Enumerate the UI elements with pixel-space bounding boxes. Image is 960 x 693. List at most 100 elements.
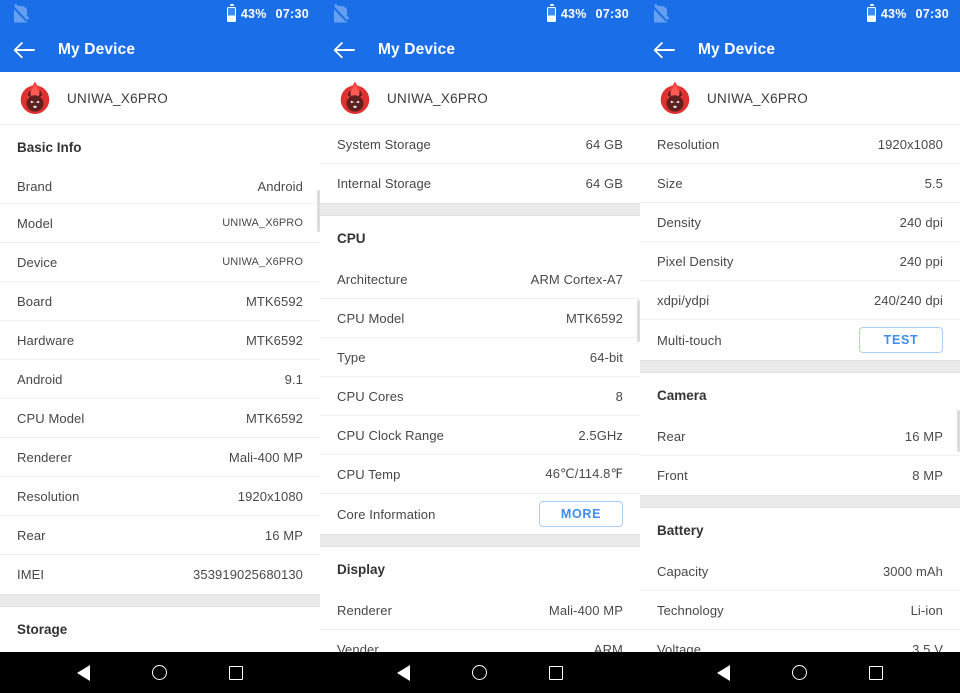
table-row[interactable]: Pixel Density 240 ppi xyxy=(640,242,960,281)
app-bar: My Device xyxy=(0,28,320,72)
table-row[interactable]: Renderer Mali-400 MP xyxy=(320,591,640,630)
row-value: MTK6592 xyxy=(245,293,303,309)
app-bar: My Device xyxy=(320,28,640,72)
table-row[interactable]: Resolution 1920x1080 xyxy=(640,125,960,164)
square-recents-icon[interactable] xyxy=(869,665,883,680)
page-title: My Device xyxy=(378,41,456,58)
row-value: 8 xyxy=(615,388,623,404)
table-row[interactable]: Technology Li-ion xyxy=(640,591,960,630)
row-value: 1920x1080 xyxy=(877,136,943,152)
table-row[interactable]: CPU Temp 46℃/114.8℉ xyxy=(320,455,640,494)
square-recents-icon[interactable] xyxy=(549,665,563,680)
row-value: 64 GB xyxy=(585,136,623,152)
section-divider xyxy=(320,203,640,216)
table-row[interactable]: Capacity 3000 mAh xyxy=(640,552,960,591)
battery-icon xyxy=(866,4,876,22)
test-button[interactable]: TEST xyxy=(859,327,943,353)
row-label: CPU Cores xyxy=(337,388,404,404)
row-value: UNIWA_X6PRO xyxy=(222,217,303,229)
row-label: Resolution xyxy=(657,136,720,152)
table-row[interactable]: CPU Model MTK6592 xyxy=(0,399,320,438)
section-heading-storage: Storage xyxy=(0,607,320,651)
table-row[interactable]: Device UNIWA_X6PRO xyxy=(0,243,320,282)
table-row[interactable]: Rear 16 MP xyxy=(0,516,320,555)
row-label: Internal Storage xyxy=(337,176,432,191)
table-row[interactable]: Internal Storage 64 GB xyxy=(320,164,640,203)
section-heading-basic-info: Basic Info xyxy=(0,125,320,169)
table-row[interactable]: Renderer Mali-400 MP xyxy=(0,438,320,477)
table-row[interactable]: Model UNIWA_X6PRO xyxy=(0,204,320,243)
table-row[interactable]: Board MTK6592 xyxy=(0,282,320,321)
nav-group-3 xyxy=(640,652,960,693)
panel-3: 43% 07:30 My Device UNIWA_X6PRO Resoluti… xyxy=(640,0,960,693)
sim-card-off-icon xyxy=(12,5,28,23)
device-header: UNIWA_X6PRO xyxy=(320,72,640,125)
circle-home-icon[interactable] xyxy=(472,665,487,680)
row-value: UNIWA_X6PRO xyxy=(222,256,303,268)
table-row[interactable]: Android 9.1 xyxy=(0,360,320,399)
row-value: MTK6592 xyxy=(245,410,303,426)
page-title: My Device xyxy=(58,41,136,58)
section-divider xyxy=(320,534,640,547)
device-name: UNIWA_X6PRO xyxy=(707,90,809,106)
row-label: CPU Model xyxy=(17,410,85,426)
table-row-multi-touch[interactable]: Multi-touch TEST xyxy=(640,320,960,360)
row-label: Model xyxy=(17,215,53,231)
triple-screenshot-strip: 43% 07:30 My Device UNIWA_X6PRO Basic In… xyxy=(0,0,960,693)
table-row-core-information[interactable]: Core Information MORE xyxy=(320,494,640,534)
row-value: 46℃/114.8℉ xyxy=(545,466,623,481)
panel-1: 43% 07:30 My Device UNIWA_X6PRO Basic In… xyxy=(0,0,320,693)
status-clock: 07:30 xyxy=(595,7,629,21)
table-row[interactable]: System Storage 64 GB xyxy=(320,125,640,164)
table-row[interactable]: Rear 16 MP xyxy=(640,417,960,456)
table-row[interactable]: CPU Clock Range 2.5GHz xyxy=(320,416,640,455)
row-label: Board xyxy=(17,293,53,309)
status-bar: 43% 07:30 xyxy=(320,0,640,28)
panel-1-content: Basic Info Brand Android Model UNIWA_X6P… xyxy=(0,125,320,690)
table-row[interactable]: IMEI 353919025680130 xyxy=(0,555,320,594)
arrow-left-icon[interactable] xyxy=(334,39,356,61)
row-label: xdpi/ydpi xyxy=(657,292,710,308)
row-label: Pixel Density xyxy=(657,253,734,269)
antutu-logo-icon xyxy=(658,81,692,115)
section-heading-battery: Battery xyxy=(640,508,960,552)
android-nav-bar xyxy=(0,652,960,693)
row-label: Core Information xyxy=(337,506,436,522)
nav-group-1 xyxy=(0,652,320,693)
triangle-back-icon[interactable] xyxy=(717,664,730,681)
arrow-left-icon[interactable] xyxy=(654,39,676,61)
row-label: Front xyxy=(657,468,688,483)
battery-percent: 43% xyxy=(880,7,907,21)
antutu-logo-icon xyxy=(338,81,372,115)
sim-card-off-icon xyxy=(332,5,348,23)
sim-card-off-icon xyxy=(652,5,668,23)
row-label: Capacity xyxy=(657,563,709,579)
table-row[interactable]: Front 8 MP xyxy=(640,456,960,495)
status-clock: 07:30 xyxy=(915,7,949,21)
table-row[interactable]: CPU Model MTK6592 xyxy=(320,299,640,338)
table-row[interactable]: Hardware MTK6592 xyxy=(0,321,320,360)
battery-icon xyxy=(226,4,236,22)
triangle-back-icon[interactable] xyxy=(397,664,410,681)
table-row[interactable]: Density 240 dpi xyxy=(640,203,960,242)
circle-home-icon[interactable] xyxy=(152,665,167,680)
more-button[interactable]: MORE xyxy=(539,501,623,527)
row-label: Renderer xyxy=(17,449,72,465)
row-value: 240 ppi xyxy=(899,253,943,269)
panel-3-content: Resolution 1920x1080 Size 5.5 Density 24… xyxy=(640,125,960,693)
circle-home-icon[interactable] xyxy=(792,665,807,680)
table-row[interactable]: Brand Android xyxy=(0,169,320,204)
battery-icon xyxy=(546,4,556,22)
square-recents-icon[interactable] xyxy=(229,665,243,680)
table-row[interactable]: CPU Cores 8 xyxy=(320,377,640,416)
row-value: 5.5 xyxy=(924,175,943,191)
panel-2: 43% 07:30 My Device UNIWA_X6PRO System S… xyxy=(320,0,640,693)
table-row[interactable]: Resolution 1920x1080 xyxy=(0,477,320,516)
triangle-back-icon[interactable] xyxy=(77,664,90,681)
row-value: Li-ion xyxy=(910,602,943,618)
table-row[interactable]: xdpi/ydpi 240/240 dpi xyxy=(640,281,960,320)
table-row[interactable]: Architecture ARM Cortex-A7 xyxy=(320,260,640,299)
table-row[interactable]: Size 5.5 xyxy=(640,164,960,203)
arrow-left-icon[interactable] xyxy=(14,39,36,61)
table-row[interactable]: Type 64-bit xyxy=(320,338,640,377)
